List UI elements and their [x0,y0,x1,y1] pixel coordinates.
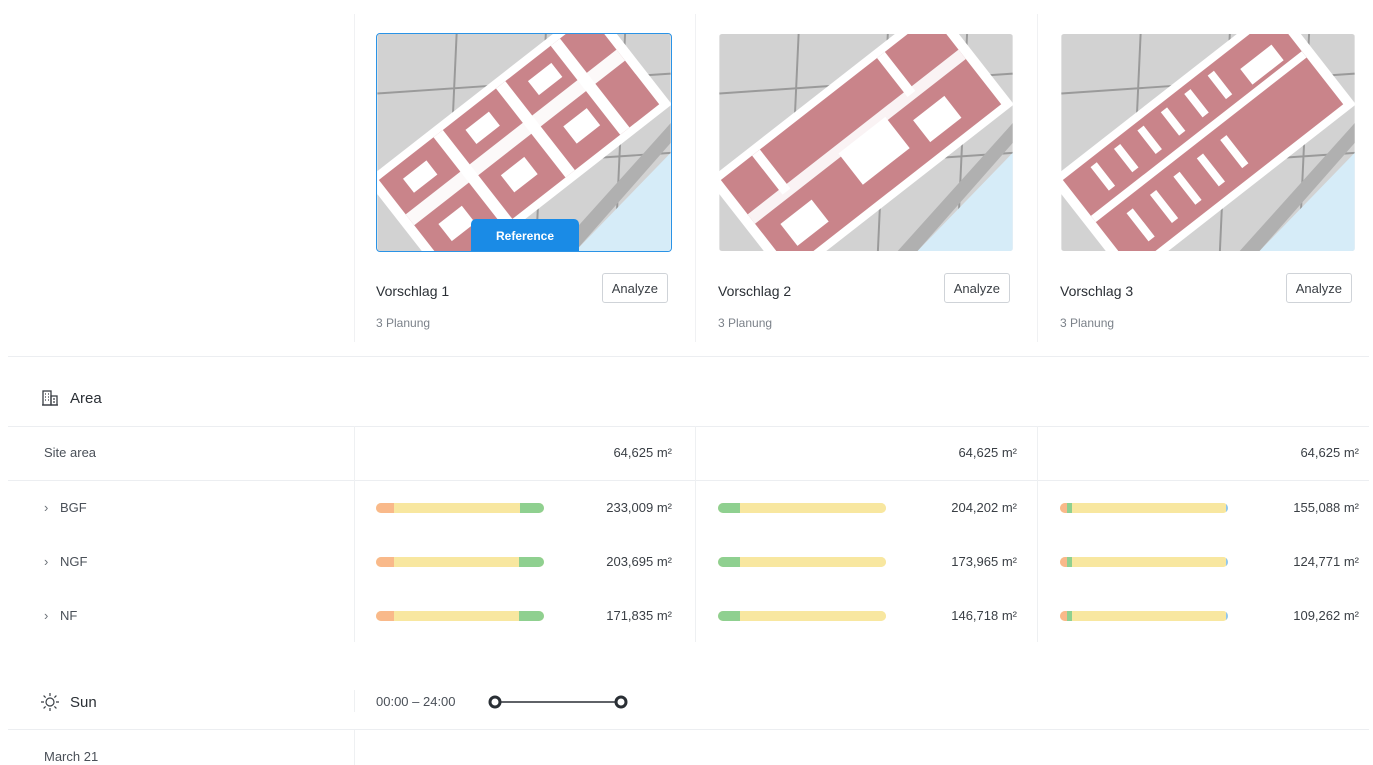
bar-segment [394,557,519,567]
area-bar [376,557,544,567]
bar-segment [739,503,886,513]
sun-section-header: Sun [40,692,97,712]
bar-segment [394,611,519,621]
proposal-thumbnail[interactable]: Reference [376,33,672,252]
proposal-subtitle: 3 Planung [376,316,431,330]
bgf-value: 155,088 m² [1293,500,1359,515]
bar-segment [739,557,886,567]
area-bar [376,611,544,621]
analyze-button[interactable]: Analyze [601,273,668,303]
proposal-card-3[interactable]: Vorschlag 3 3 Planung Analyze [1060,33,1356,330]
time-range-label: 00:00 – 24:00 [376,694,456,709]
slider-end-handle[interactable] [614,695,628,709]
bgf-value: 204,202 m² [951,500,1017,515]
bar-segment [394,503,521,513]
area-bar [718,611,886,621]
proposal-title: Vorschlag 3 [1060,283,1134,299]
ngf-value: 124,771 m² [1293,554,1359,569]
column-divider [354,690,355,712]
bar-segment [739,611,886,621]
proposal-card-1[interactable]: Reference Vorschlag 1 3 Planung Analyze [376,33,672,330]
site-area-value: 64,625 m² [613,445,672,460]
nf-value: 171,835 m² [606,608,672,623]
bar-segment [1060,557,1067,567]
proposal-subtitle: 3 Planung [1060,316,1115,330]
area-bar [1060,611,1228,621]
slider-start-handle[interactable] [488,695,502,709]
divider [8,729,1369,730]
reference-badge: Reference [471,219,579,251]
ngf-value: 203,695 m² [606,554,672,569]
bar-segment [1060,503,1067,513]
divider [8,426,1369,427]
bar-segment [1071,611,1227,621]
bar-segment [376,557,395,567]
chevron-right-icon: › [44,608,49,623]
area-bar [1060,503,1228,513]
column-divider [1037,14,1038,342]
bar-segment [718,611,740,621]
section-title: Area [70,389,102,407]
bgf-row-toggle[interactable]: › BGF [44,500,87,515]
bar-segment [1060,611,1067,621]
bar-segment [376,503,395,513]
divider [8,356,1369,357]
proposal-thumbnail[interactable] [1060,33,1356,252]
site-plan-image [719,34,1013,251]
site-plan-image [1061,34,1355,251]
analyze-button[interactable]: Analyze [943,273,1010,303]
proposal-thumbnail[interactable] [718,33,1014,252]
bar-segment [1071,503,1227,513]
proposal-subtitle: 3 Planung [718,316,773,330]
site-area-value: 64,625 m² [958,445,1017,460]
nf-value: 146,718 m² [951,608,1017,623]
area-bar [1060,557,1228,567]
proposal-title: Vorschlag 2 [718,283,792,299]
area-bar [718,503,886,513]
row-label-text: NGF [60,554,88,569]
nf-row-toggle[interactable]: › NF [44,608,77,623]
proposal-title: Vorschlag 1 [376,283,450,299]
ngf-row-toggle[interactable]: › NGF [44,554,87,569]
bar-segment [718,503,740,513]
chevron-right-icon: › [44,554,49,569]
row-label-text: Site area [44,445,97,460]
column-divider [695,426,696,642]
time-range-slider[interactable] [488,694,628,710]
area-section-header: Area [40,388,102,408]
divider [8,480,1369,481]
bar-segment [718,557,740,567]
column-divider [354,730,355,765]
site-area-value: 64,625 m² [1300,445,1359,460]
section-title: Sun [70,693,97,711]
area-bar [718,557,886,567]
bgf-value: 233,009 m² [606,500,672,515]
column-divider [1037,426,1038,642]
analyze-button[interactable]: Analyze [1285,273,1352,303]
date-label: March 21 [44,749,99,764]
row-label-text: NF [60,608,78,623]
column-divider [695,14,696,342]
proposal-card-2[interactable]: Vorschlag 2 3 Planung Analyze [718,33,1014,330]
row-label-text: BGF [60,500,87,515]
nf-value: 109,262 m² [1293,608,1359,623]
site-area-label: Site area [44,445,96,460]
ngf-value: 173,965 m² [951,554,1017,569]
area-bar [376,503,544,513]
column-divider [354,426,355,642]
building-icon [40,388,60,408]
bar-segment [376,611,395,621]
bar-segment [1071,557,1227,567]
sun-icon [40,692,60,712]
chevron-right-icon: › [44,500,49,515]
column-divider [354,14,355,342]
